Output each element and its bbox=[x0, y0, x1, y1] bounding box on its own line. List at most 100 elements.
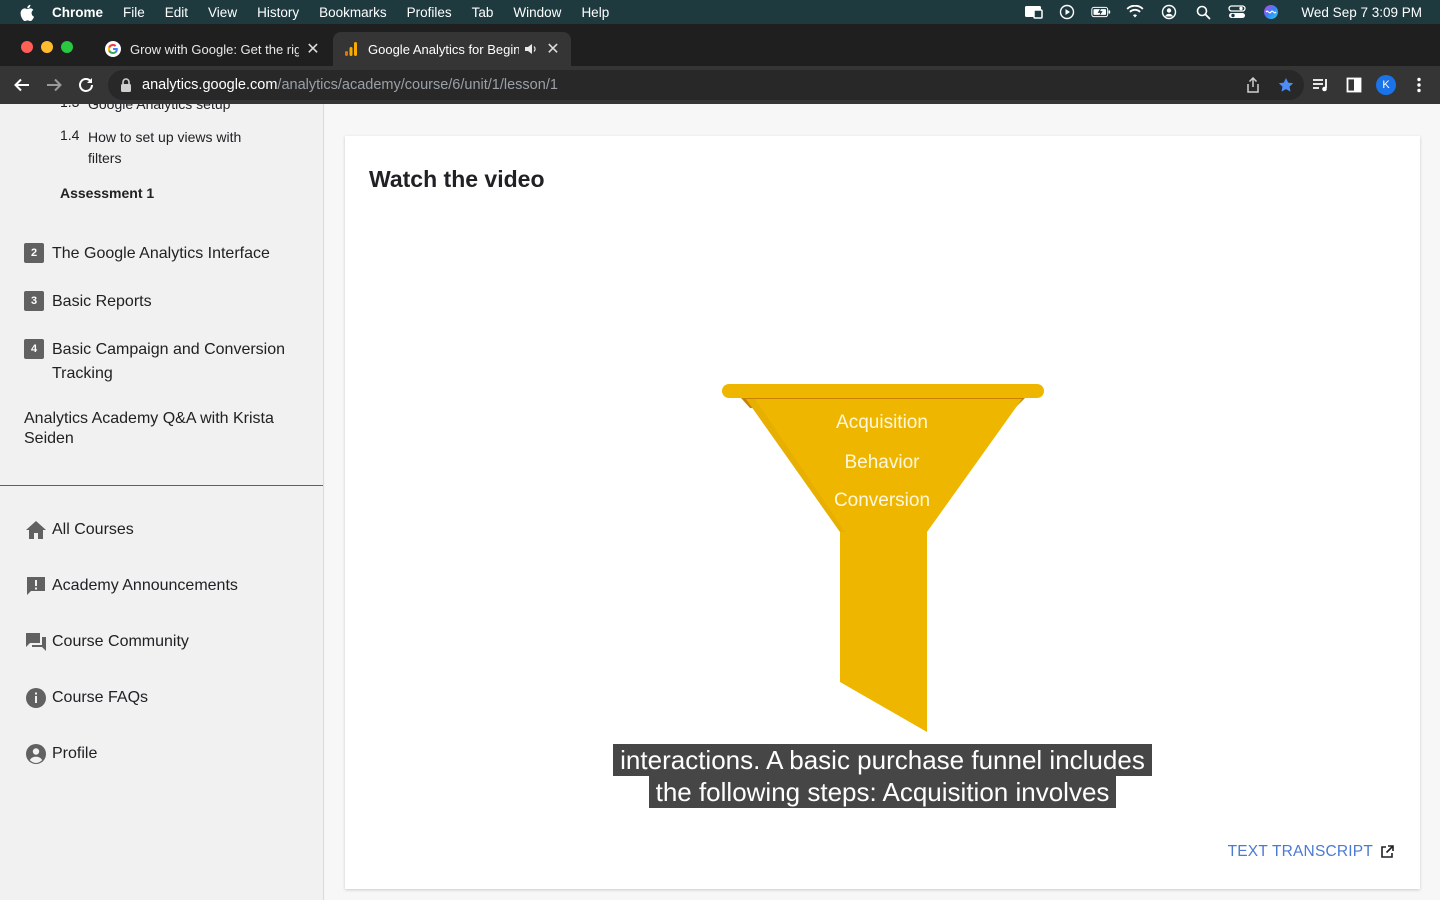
page-title: Watch the video bbox=[369, 166, 545, 192]
address-bar[interactable]: analytics.google.com/analytics/academy/c… bbox=[108, 70, 1304, 100]
video-caption-line: interactions. A basic purchase funnel in… bbox=[345, 744, 1420, 776]
video-player[interactable]: Acquisition Behavior Conversion interact… bbox=[345, 216, 1420, 816]
home-icon bbox=[24, 518, 48, 542]
unit-label: Basic Campaign and Conversion Tracking bbox=[52, 341, 286, 382]
menu-view[interactable]: View bbox=[208, 5, 237, 20]
menu-tab[interactable]: Tab bbox=[472, 5, 494, 20]
close-tab-icon[interactable]: ✕ bbox=[305, 41, 321, 58]
wifi-icon[interactable] bbox=[1125, 4, 1145, 20]
tab-title: Google Analytics for Beginn bbox=[368, 41, 519, 57]
info-icon bbox=[24, 686, 48, 710]
unit-item-4[interactable]: 4 Basic Campaign and Conversion Tracking bbox=[24, 338, 292, 386]
nav-label: Profile bbox=[52, 745, 98, 762]
control-center-icon[interactable] bbox=[1227, 4, 1247, 20]
zoom-window-button[interactable] bbox=[61, 41, 73, 53]
funnel-stage-label: Conversion bbox=[833, 490, 931, 511]
menubar-clock[interactable]: Wed Sep 7 3:09 PM bbox=[1301, 5, 1422, 20]
close-window-button[interactable] bbox=[21, 41, 33, 53]
forward-arrow-icon[interactable] bbox=[44, 75, 64, 95]
nav-academy-announcements[interactable]: Academy Announcements bbox=[24, 574, 238, 598]
spotlight-search-icon[interactable] bbox=[1193, 4, 1213, 20]
unit-number-badge: 3 bbox=[24, 291, 44, 311]
menu-help[interactable]: Help bbox=[581, 5, 609, 20]
tab-grow-with-google[interactable]: Grow with Google: Get the righ ✕ bbox=[95, 32, 331, 66]
browser-tab-strip: Grow with Google: Get the righ ✕ Google … bbox=[0, 24, 1440, 83]
unit-item-2[interactable]: 2 The Google Analytics Interface bbox=[24, 242, 292, 266]
unit-item-3[interactable]: 3 Basic Reports bbox=[24, 290, 292, 314]
lesson-label: How to set up views with filters bbox=[88, 129, 242, 166]
lesson-label: Google Analytics setup bbox=[88, 104, 231, 112]
analytics-icon bbox=[343, 41, 359, 57]
lesson-number: 1.4 bbox=[60, 127, 80, 143]
caption-text: the following steps: Acquisition involve… bbox=[648, 776, 1117, 808]
transcript-label: TEXT TRANSCRIPT bbox=[1227, 843, 1373, 860]
announcement-icon bbox=[24, 574, 48, 598]
assessment-1-link[interactable]: Assessment 1 bbox=[60, 185, 154, 201]
media-controls-icon[interactable] bbox=[1311, 75, 1331, 95]
nav-profile[interactable]: Profile bbox=[24, 742, 97, 766]
menu-history[interactable]: History bbox=[257, 5, 299, 20]
siri-icon[interactable] bbox=[1261, 4, 1281, 20]
back-arrow-icon[interactable] bbox=[12, 75, 32, 95]
funnel-illustration bbox=[722, 384, 1044, 732]
play-circle-icon[interactable] bbox=[1057, 4, 1077, 20]
speaker-icon[interactable] bbox=[523, 41, 539, 57]
share-icon[interactable] bbox=[1246, 76, 1260, 98]
unit-number-badge: 4 bbox=[24, 339, 44, 359]
macos-menu-bar: Chrome File Edit View History Bookmarks … bbox=[0, 0, 1440, 24]
video-caption-line: the following steps: Acquisition involve… bbox=[345, 776, 1420, 808]
academy-qa-link[interactable]: Analytics Academy Q&A with Krista Seiden bbox=[24, 409, 294, 449]
url-host: analytics.google.com bbox=[142, 77, 278, 93]
profile-initial: K bbox=[1376, 75, 1396, 95]
lock-icon[interactable] bbox=[120, 78, 134, 92]
lesson-card: Watch the video Acquisition Behavior Con… bbox=[345, 136, 1420, 889]
nav-label: Course Community bbox=[52, 633, 189, 650]
menu-window[interactable]: Window bbox=[513, 5, 561, 20]
unit-label: The Google Analytics Interface bbox=[52, 245, 270, 262]
unit-number-badge: 2 bbox=[24, 243, 44, 263]
tab-google-analytics-beginners[interactable]: Google Analytics for Beginn ✕ bbox=[333, 32, 571, 66]
apple-icon[interactable] bbox=[18, 3, 36, 21]
menu-file[interactable]: File bbox=[123, 5, 145, 20]
minimize-window-button[interactable] bbox=[41, 41, 53, 53]
lesson-item-1-4[interactable]: 1.4 How to set up views with filters bbox=[60, 127, 258, 169]
tab-title: Grow with Google: Get the righ bbox=[130, 41, 299, 57]
menu-bookmarks[interactable]: Bookmarks bbox=[319, 5, 387, 20]
menu-profiles[interactable]: Profiles bbox=[407, 5, 452, 20]
reload-icon[interactable] bbox=[76, 75, 96, 95]
profile-avatar[interactable]: K bbox=[1376, 75, 1396, 95]
funnel-stage-label: Behavior bbox=[844, 452, 920, 473]
chrome-menu-icon[interactable] bbox=[1409, 75, 1429, 95]
bookmark-star-icon[interactable] bbox=[1278, 77, 1294, 98]
nav-course-faqs[interactable]: Course FAQs bbox=[24, 686, 148, 710]
browser-toolbar: analytics.google.com/analytics/academy/c… bbox=[0, 66, 1440, 104]
course-sidebar: 1.3 Google Analytics setup 1.4 How to se… bbox=[0, 104, 324, 900]
side-panel-icon[interactable] bbox=[1344, 75, 1364, 95]
nav-label: Academy Announcements bbox=[52, 577, 238, 594]
funnel-stage-label: Acquisition bbox=[836, 412, 928, 433]
window-controls bbox=[21, 41, 73, 53]
lesson-item-1-3[interactable]: 1.3 Google Analytics setup bbox=[60, 104, 258, 115]
battery-icon[interactable] bbox=[1091, 4, 1111, 20]
sidebar-divider bbox=[0, 485, 323, 486]
nav-course-community[interactable]: Course Community bbox=[24, 630, 189, 654]
nav-label: All Courses bbox=[52, 521, 134, 538]
forum-icon bbox=[24, 630, 48, 654]
screen-share-icon[interactable] bbox=[1023, 4, 1044, 20]
open-in-new-icon bbox=[1380, 845, 1394, 859]
account-circle-icon bbox=[24, 742, 48, 766]
nav-all-courses[interactable]: All Courses bbox=[24, 518, 134, 542]
caption-text: interactions. A basic purchase funnel in… bbox=[613, 744, 1152, 776]
close-tab-icon[interactable]: ✕ bbox=[545, 41, 561, 58]
google-g-icon bbox=[105, 41, 121, 57]
user-account-icon[interactable] bbox=[1159, 4, 1179, 20]
nav-label: Course FAQs bbox=[52, 689, 149, 706]
url-text[interactable]: analytics.google.com/analytics/academy/c… bbox=[142, 77, 558, 93]
text-transcript-link[interactable]: TEXT TRANSCRIPT bbox=[1228, 843, 1394, 861]
lesson-number: 1.3 bbox=[60, 104, 88, 115]
menu-app-name[interactable]: Chrome bbox=[52, 5, 103, 20]
unit-label: Basic Reports bbox=[52, 293, 152, 310]
menu-edit[interactable]: Edit bbox=[165, 5, 188, 20]
main-content: Watch the video Acquisition Behavior Con… bbox=[325, 104, 1440, 900]
url-path: /analytics/academy/course/6/unit/1/lesso… bbox=[277, 77, 558, 93]
